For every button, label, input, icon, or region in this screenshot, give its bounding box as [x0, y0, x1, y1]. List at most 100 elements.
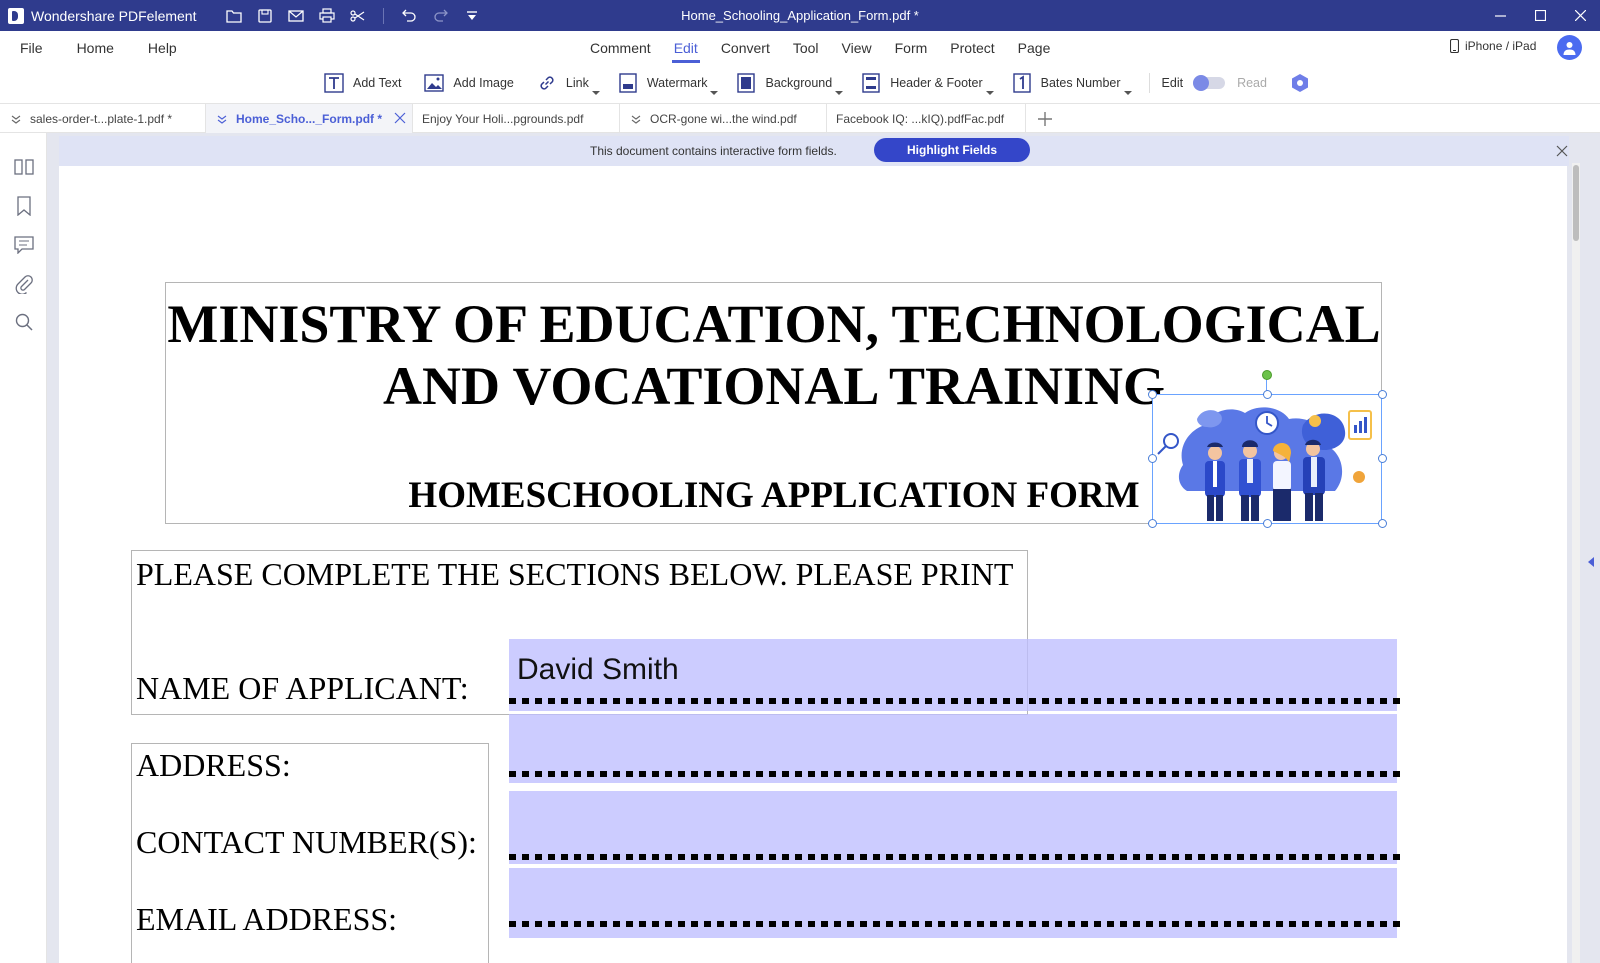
chevron-down-icon[interactable] — [591, 91, 600, 95]
tab-tool[interactable]: Tool — [793, 40, 819, 56]
tab-edit[interactable]: Edit — [671, 40, 700, 63]
chevron-down-icon — [217, 115, 227, 124]
resize-handle[interactable] — [1263, 390, 1272, 399]
tab-ocr-gone[interactable]: OCR-gone wi...the wind.pdf — [620, 104, 827, 133]
left-sidebar — [0, 133, 56, 963]
user-icon — [1563, 41, 1576, 55]
chevron-down-icon[interactable] — [1123, 91, 1132, 95]
expand-right-panel-icon[interactable] — [1588, 557, 1594, 567]
attachment-icon[interactable] — [12, 272, 36, 296]
background-button[interactable]: Background — [735, 70, 844, 96]
link-button[interactable]: Link — [536, 70, 600, 96]
save-icon[interactable] — [249, 0, 280, 31]
close-icon[interactable] — [1555, 144, 1569, 158]
close-icon[interactable] — [1560, 0, 1600, 31]
device-link[interactable]: iPhone / iPad — [1450, 39, 1536, 53]
tab-protect[interactable]: Protect — [950, 40, 994, 56]
tab-form[interactable]: Form — [895, 40, 928, 56]
tab-page[interactable]: Page — [1018, 40, 1051, 56]
menu-home[interactable]: Home — [77, 40, 114, 56]
selected-illustration-image[interactable] — [1152, 394, 1382, 524]
add-tab-icon[interactable] — [1036, 110, 1054, 128]
email-underline — [509, 921, 1401, 927]
maximize-icon[interactable] — [1520, 0, 1560, 31]
customize-dropdown-icon[interactable] — [456, 0, 487, 31]
print-icon[interactable] — [311, 0, 342, 31]
tab-sales-order[interactable]: sales-order-t...plate-1.pdf * — [0, 104, 206, 133]
link-icon — [536, 72, 558, 94]
team-illustration — [1157, 407, 1372, 521]
settings-hexagon-icon[interactable] — [1289, 72, 1311, 94]
comment-icon[interactable] — [12, 233, 36, 257]
instructions-text[interactable]: PLEASE COMPLETE THE SECTIONS BELOW. PLEA… — [136, 556, 1013, 593]
resize-handle[interactable] — [1378, 519, 1387, 528]
thumbnails-icon[interactable] — [12, 155, 36, 179]
close-tab-icon[interactable] — [394, 112, 406, 124]
menu-file[interactable]: File — [20, 40, 43, 56]
resize-handle[interactable] — [1148, 454, 1157, 463]
bookmark-icon[interactable] — [12, 194, 36, 218]
tab-convert[interactable]: Convert — [721, 40, 770, 56]
app-name: Wondershare PDFelement — [31, 7, 197, 24]
add-image-icon — [423, 72, 445, 94]
scrollbar-thumb[interactable] — [1573, 165, 1579, 241]
add-text-button[interactable]: Add Text — [323, 70, 401, 96]
read-mode-label: Read — [1237, 76, 1267, 90]
search-icon[interactable] — [12, 310, 36, 334]
tab-label: OCR-gone wi...the wind.pdf — [650, 111, 797, 126]
resize-handle[interactable] — [1148, 519, 1157, 528]
avatar[interactable] — [1557, 35, 1582, 60]
document-tabs: sales-order-t...plate-1.pdf * Home_Scho.… — [0, 103, 1600, 133]
resize-handle[interactable] — [1148, 390, 1157, 399]
bates-number-button[interactable]: Bates Number — [1011, 70, 1132, 96]
edit-read-toggle[interactable] — [1193, 75, 1226, 91]
device-label: iPhone / iPad — [1465, 39, 1537, 53]
rotate-handle[interactable] — [1262, 370, 1272, 380]
tab-home-schooling[interactable]: Home_Scho..._Form.pdf * — [206, 104, 413, 133]
resize-handle[interactable] — [1378, 454, 1387, 463]
tab-label: Enjoy Your Holi...pgrounds.pdf — [422, 111, 584, 126]
redo-icon[interactable] — [425, 0, 456, 31]
watermark-icon — [617, 72, 639, 94]
email-field[interactable] — [509, 868, 1397, 938]
divider — [1148, 73, 1150, 93]
undo-icon[interactable] — [394, 0, 425, 31]
resize-handle[interactable] — [1263, 519, 1272, 528]
pdf-page: MINISTRY OF EDUCATION, TECHNOLOGICAL AND… — [59, 166, 1567, 963]
chevron-down-icon[interactable] — [835, 91, 844, 95]
resize-handle[interactable] — [1378, 390, 1387, 399]
tab-comment[interactable]: Comment — [590, 40, 651, 56]
email-icon[interactable] — [280, 0, 311, 31]
vertical-scrollbar[interactable] — [1572, 163, 1580, 963]
form-notice-message: This document contains interactive form … — [590, 144, 837, 158]
tab-facebook-iq[interactable]: Facebook IQ: ...kIQ).pdfFac.pdf — [827, 104, 1026, 133]
chevron-down-icon[interactable] — [985, 91, 994, 95]
link-label: Link — [565, 76, 589, 90]
name-label[interactable]: NAME OF APPLICANT: — [136, 670, 469, 707]
address-underline — [509, 771, 1401, 777]
document-area: This document contains interactive form … — [47, 133, 1600, 963]
watermark-button[interactable]: Watermark — [617, 70, 719, 96]
add-image-button[interactable]: Add Image — [423, 70, 514, 96]
menu-help[interactable]: Help — [148, 40, 177, 56]
open-folder-icon[interactable] — [218, 0, 249, 31]
tab-label: Home_Scho..._Form.pdf * — [236, 111, 383, 126]
menu-bar: File Home Help Comment Edit Convert Tool… — [0, 31, 1600, 64]
minimize-icon[interactable] — [1480, 0, 1520, 31]
email-label[interactable]: EMAIL ADDRESS: — [136, 901, 397, 938]
edit-mode-label: Edit — [1161, 76, 1184, 90]
tab-enjoy-your-holiday[interactable]: Enjoy Your Holi...pgrounds.pdf — [413, 104, 620, 133]
tab-label: sales-order-t...plate-1.pdf * — [30, 111, 173, 126]
scissors-icon[interactable] — [342, 0, 373, 31]
form-notice-bar: This document contains interactive form … — [59, 136, 1569, 166]
chevron-down-icon — [631, 115, 641, 124]
app-logo-icon — [8, 7, 24, 24]
header-footer-button[interactable]: Header & Footer — [860, 70, 994, 96]
address-label[interactable]: ADDRESS: — [136, 747, 291, 784]
highlight-fields-button[interactable]: Highlight Fields — [874, 138, 1030, 162]
contact-label[interactable]: CONTACT NUMBER(S): — [136, 824, 477, 861]
tab-view[interactable]: View — [842, 40, 872, 56]
header-footer-icon — [860, 72, 882, 94]
chevron-down-icon[interactable] — [710, 91, 719, 95]
ministry-title-line-1[interactable]: MINISTRY OF EDUCATION, TECHNOLOGICAL — [59, 292, 1489, 356]
